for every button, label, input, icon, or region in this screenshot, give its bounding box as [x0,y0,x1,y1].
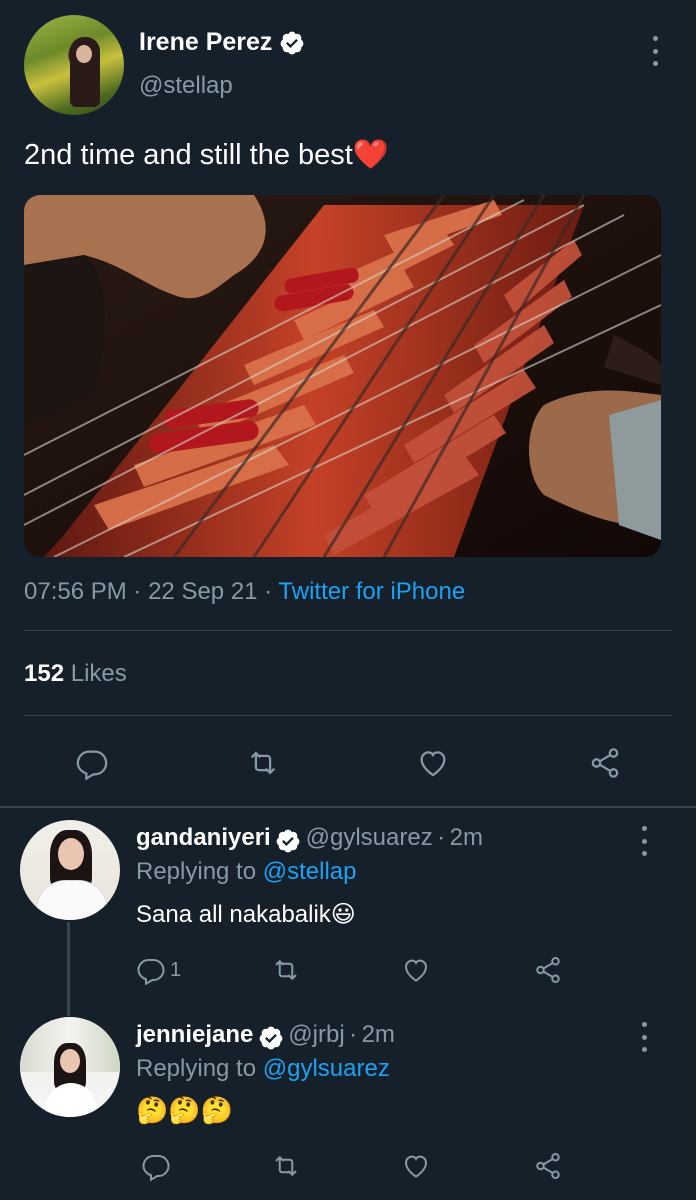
tweet-text: 2nd time and still the best❤️ [24,139,389,171]
meta-separator: · [133,578,142,605]
verified-badge-icon [280,32,304,55]
avatar-face [58,838,84,870]
section-divider [0,806,696,808]
meta-separator-2: · [264,578,273,605]
reply-author-handle[interactable]: @gylsuarez [306,824,433,851]
tweet-actions [0,743,696,783]
share-button[interactable] [585,743,625,783]
tweet-date: 22 Sep 21 [148,578,258,605]
verified-badge-icon [259,1026,283,1050]
more-vertical-icon[interactable] [639,826,649,856]
likes-stat[interactable]: 152 Likes [24,660,127,688]
retweet-icon [275,959,297,981]
reply-age: 2m [361,1021,395,1048]
share-icon [591,748,619,778]
share-button[interactable] [528,1146,568,1186]
meta-separator: · [437,824,446,851]
heart-icon [420,751,446,777]
heart-icon [404,1155,428,1178]
meta-separator: · [349,1021,358,1048]
like-button[interactable] [396,1146,436,1186]
replying-to-line: Replying to @stellap [136,858,357,886]
reply-text: 🤔🤔🤔 [136,1095,234,1125]
author-name[interactable]: Irene Perez [139,28,272,56]
tweet-photo[interactable] [24,195,661,557]
replying-to-link[interactable]: @stellap [263,858,357,885]
reply-button[interactable] [136,1146,176,1186]
reply-avatar[interactable] [20,820,120,920]
reply-actions [0,1146,696,1186]
share-icon [536,957,560,983]
like-button[interactable] [396,950,436,990]
author-name-row[interactable]: Irene Perez [139,28,305,57]
reply-author-name[interactable]: gandaniyeri [136,824,271,851]
more-vertical-icon[interactable] [639,1022,649,1052]
share-button[interactable] [528,950,568,990]
retweet-button[interactable] [243,743,283,783]
replying-to-label: Replying to [136,1055,257,1082]
tweet-source-link[interactable]: Twitter for iPhone [278,578,465,605]
reply-icon [76,750,108,780]
reply-author-handle[interactable]: @jrbj [288,1021,344,1048]
reply-button[interactable] [72,743,112,783]
tweet-meta: 07:56 PM · 22 Sep 21 · Twitter for iPhon… [24,578,465,606]
divider [24,630,672,631]
reply-count: 1 [170,958,182,981]
avatar-face [60,1049,80,1073]
retweet-icon [250,751,276,775]
heart-icon [404,959,428,982]
share-icon [536,1153,560,1179]
author-handle[interactable]: @stellap [139,72,233,100]
retweet-button[interactable] [266,1146,306,1186]
likes-label: Likes [70,660,127,687]
reply-header: jenniejane @jrbj · 2m [136,1021,395,1051]
reply-button[interactable]: 1 [136,950,196,990]
reply-avatar[interactable] [20,1017,120,1117]
reply-icon [137,959,165,985]
replying-to-line: Replying to @gylsuarez [136,1055,390,1083]
avatar-shirt [36,880,108,920]
author-avatar[interactable] [24,15,124,115]
bbq-grill-image [24,195,661,557]
reply-icon [142,1155,170,1181]
reply-header: gandaniyeri @gylsuarez · 2m [136,824,483,854]
likes-count: 152 [24,660,65,687]
tweet-time: 07:56 PM [24,578,127,605]
retweet-button[interactable] [266,950,306,990]
retweet-icon [275,1155,297,1177]
divider [24,715,672,716]
reply-author-name[interactable]: jenniejane [136,1021,253,1048]
replying-to-label: Replying to [136,858,257,885]
reply-text: Sana all nakabalik😃 [136,901,356,928]
like-button[interactable] [413,743,453,783]
reply-actions: 1 [0,950,696,990]
reply-age: 2m [449,824,483,851]
avatar-shirt [46,1083,96,1117]
avatar-face [76,45,92,63]
replying-to-link[interactable]: @gylsuarez [263,1055,390,1082]
verified-badge-icon [276,829,300,853]
more-vertical-icon[interactable] [650,36,660,66]
